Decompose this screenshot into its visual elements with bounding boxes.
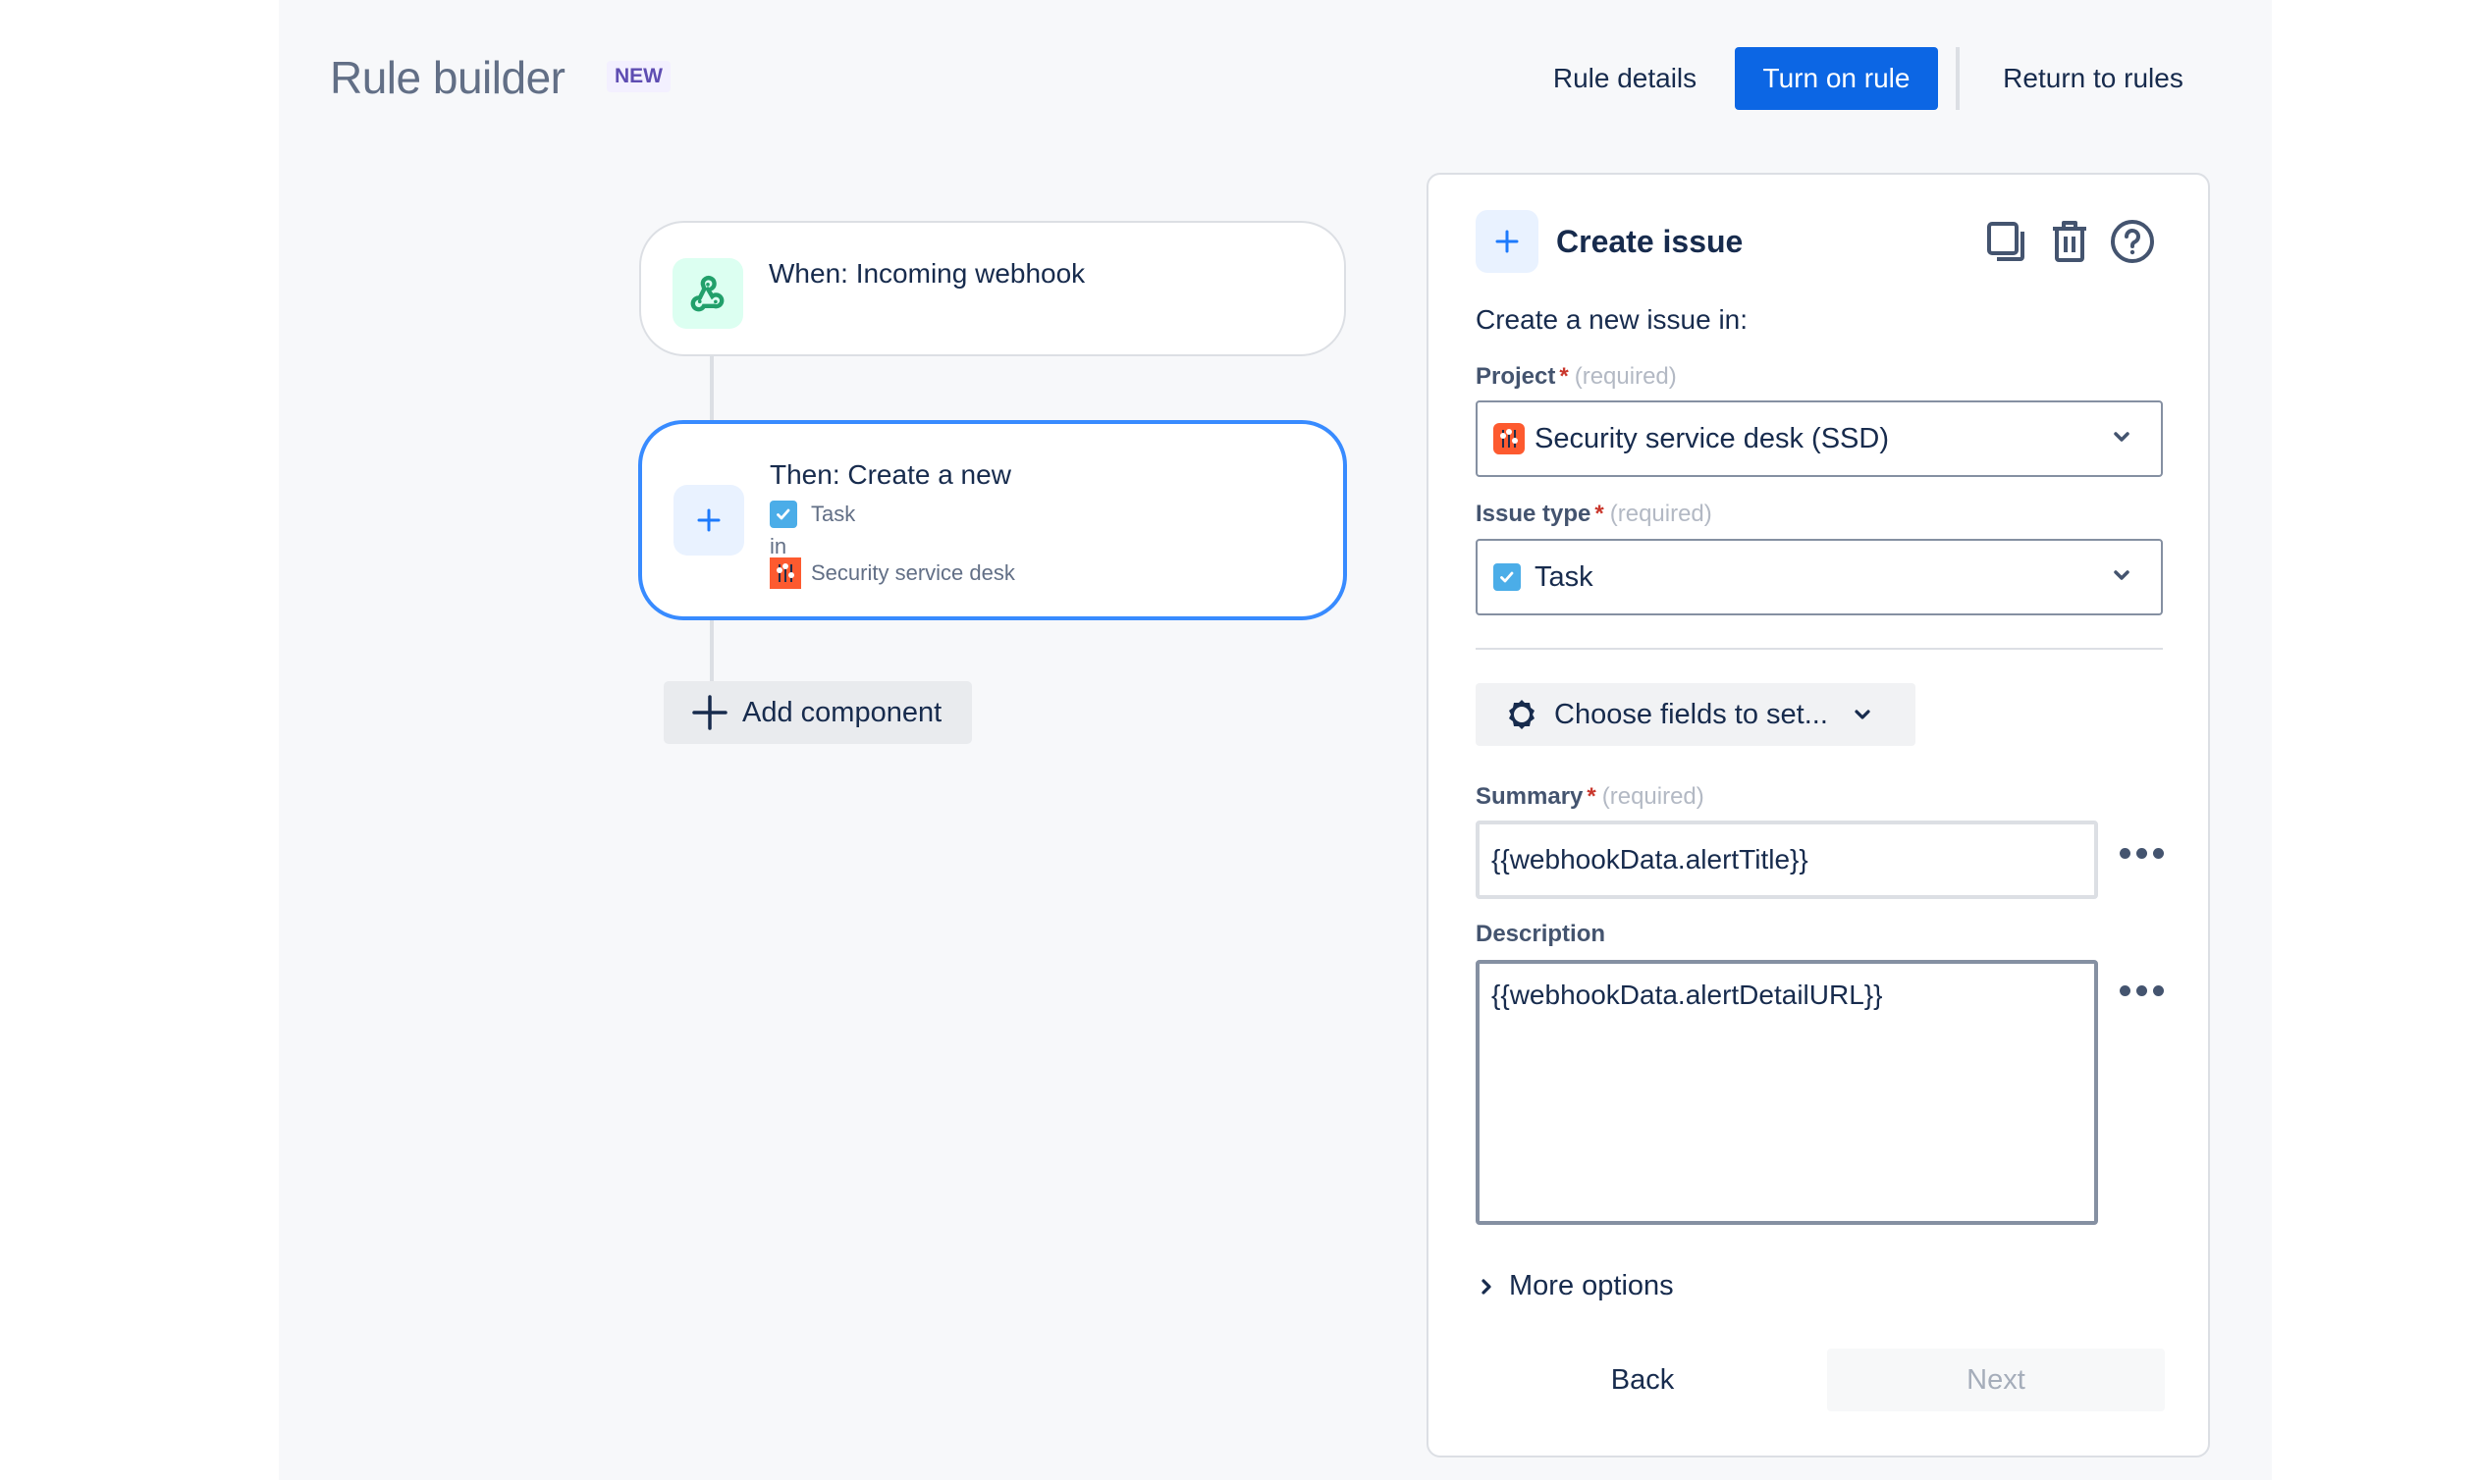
chevron-down-icon — [2114, 432, 2129, 442]
more-options-toggle[interactable]: More options — [1480, 1270, 1674, 1302]
summary-label-text: Summary — [1476, 783, 1584, 810]
summary-more-icon[interactable] — [2114, 842, 2170, 865]
back-button[interactable]: Back — [1476, 1349, 1809, 1411]
action-issue-type: Task — [770, 501, 855, 528]
action-issue-type-label: Task — [811, 502, 856, 526]
issue-type-label-text: Issue type — [1476, 501, 1591, 527]
issue-type-select[interactable]: Task — [1476, 539, 2163, 615]
description-field-label: Description — [1476, 921, 1606, 947]
panel-intro: Create a new issue in: — [1476, 304, 1749, 335]
required-hint: (required) — [1574, 363, 1677, 390]
summary-field-label: Summary * (required) — [1476, 783, 1704, 811]
project-label-text: Project — [1476, 363, 1556, 390]
required-mark: * — [1587, 783, 1596, 810]
webhook-icon — [673, 258, 743, 329]
return-to-rules-button[interactable]: Return to rules — [1983, 47, 2203, 110]
choose-fields-button[interactable]: Choose fields to set... — [1476, 683, 1915, 746]
help-icon[interactable] — [2108, 216, 2157, 267]
project-field-label: Project * (required) — [1476, 363, 1677, 391]
page-title: Rule builder — [330, 52, 566, 103]
more-options-label: More options — [1509, 1270, 1674, 1301]
action-project-label: Security service desk — [811, 560, 1015, 585]
rule-details-button[interactable]: Rule details — [1532, 47, 1718, 110]
panel-actions — [1982, 216, 2157, 267]
task-icon — [770, 501, 797, 528]
required-hint: (required) — [1609, 501, 1712, 527]
next-button[interactable]: Next — [1827, 1349, 2165, 1411]
chevron-down-icon — [1855, 710, 1870, 719]
task-icon — [1493, 563, 1521, 591]
copy-icon[interactable] — [1982, 216, 2031, 267]
choose-fields-label: Choose fields to set... — [1554, 698, 1828, 730]
description-textarea[interactable]: {{webhookData.alertDetailURL}} — [1476, 960, 2098, 1225]
chevron-right-icon — [1481, 1278, 1491, 1295]
description-more-icon[interactable] — [2114, 980, 2170, 1002]
project-select[interactable]: Security service desk (SSD) — [1476, 400, 2163, 477]
flow-connector — [710, 356, 714, 420]
gear-icon — [1509, 700, 1535, 729]
project-select-value: Security service desk (SSD) — [1535, 422, 1889, 454]
plus-icon — [673, 485, 744, 556]
trigger-card[interactable]: When: Incoming webhook — [639, 221, 1346, 356]
new-badge: NEW — [607, 61, 671, 92]
header-divider — [1956, 47, 1960, 110]
required-hint: (required) — [1601, 783, 1704, 810]
add-component-button[interactable]: Add component — [664, 681, 972, 744]
component-config-panel: Create issue Create a new issue in: Proj… — [1427, 173, 2210, 1458]
add-component-label: Add component — [742, 696, 943, 728]
flow-connector — [710, 620, 714, 681]
panel-title: Create issue — [1556, 224, 1744, 259]
project-icon — [1493, 423, 1525, 454]
action-card[interactable]: Then: Create a new Task in Security serv… — [638, 420, 1347, 620]
issue-type-select-value: Task — [1535, 560, 1593, 593]
panel-divider — [1476, 648, 2163, 650]
plus-icon — [1476, 210, 1538, 273]
issue-type-field-label: Issue type * (required) — [1476, 501, 1712, 528]
trigger-title: When: Incoming webhook — [769, 258, 1086, 289]
action-title: Then: Create a new — [770, 459, 1011, 490]
plus-icon — [692, 695, 727, 730]
action-project: Security service desk — [770, 557, 1015, 589]
action-in-label: in — [770, 534, 787, 558]
summary-input[interactable]: {{webhookData.alertTitle}} — [1476, 821, 2098, 899]
project-icon — [770, 557, 801, 589]
turn-on-rule-button[interactable]: Turn on rule — [1735, 47, 1938, 110]
chevron-down-icon — [2114, 570, 2129, 580]
required-mark: * — [1559, 363, 1569, 390]
trash-icon[interactable] — [2045, 216, 2094, 267]
required-mark: * — [1594, 501, 1604, 527]
